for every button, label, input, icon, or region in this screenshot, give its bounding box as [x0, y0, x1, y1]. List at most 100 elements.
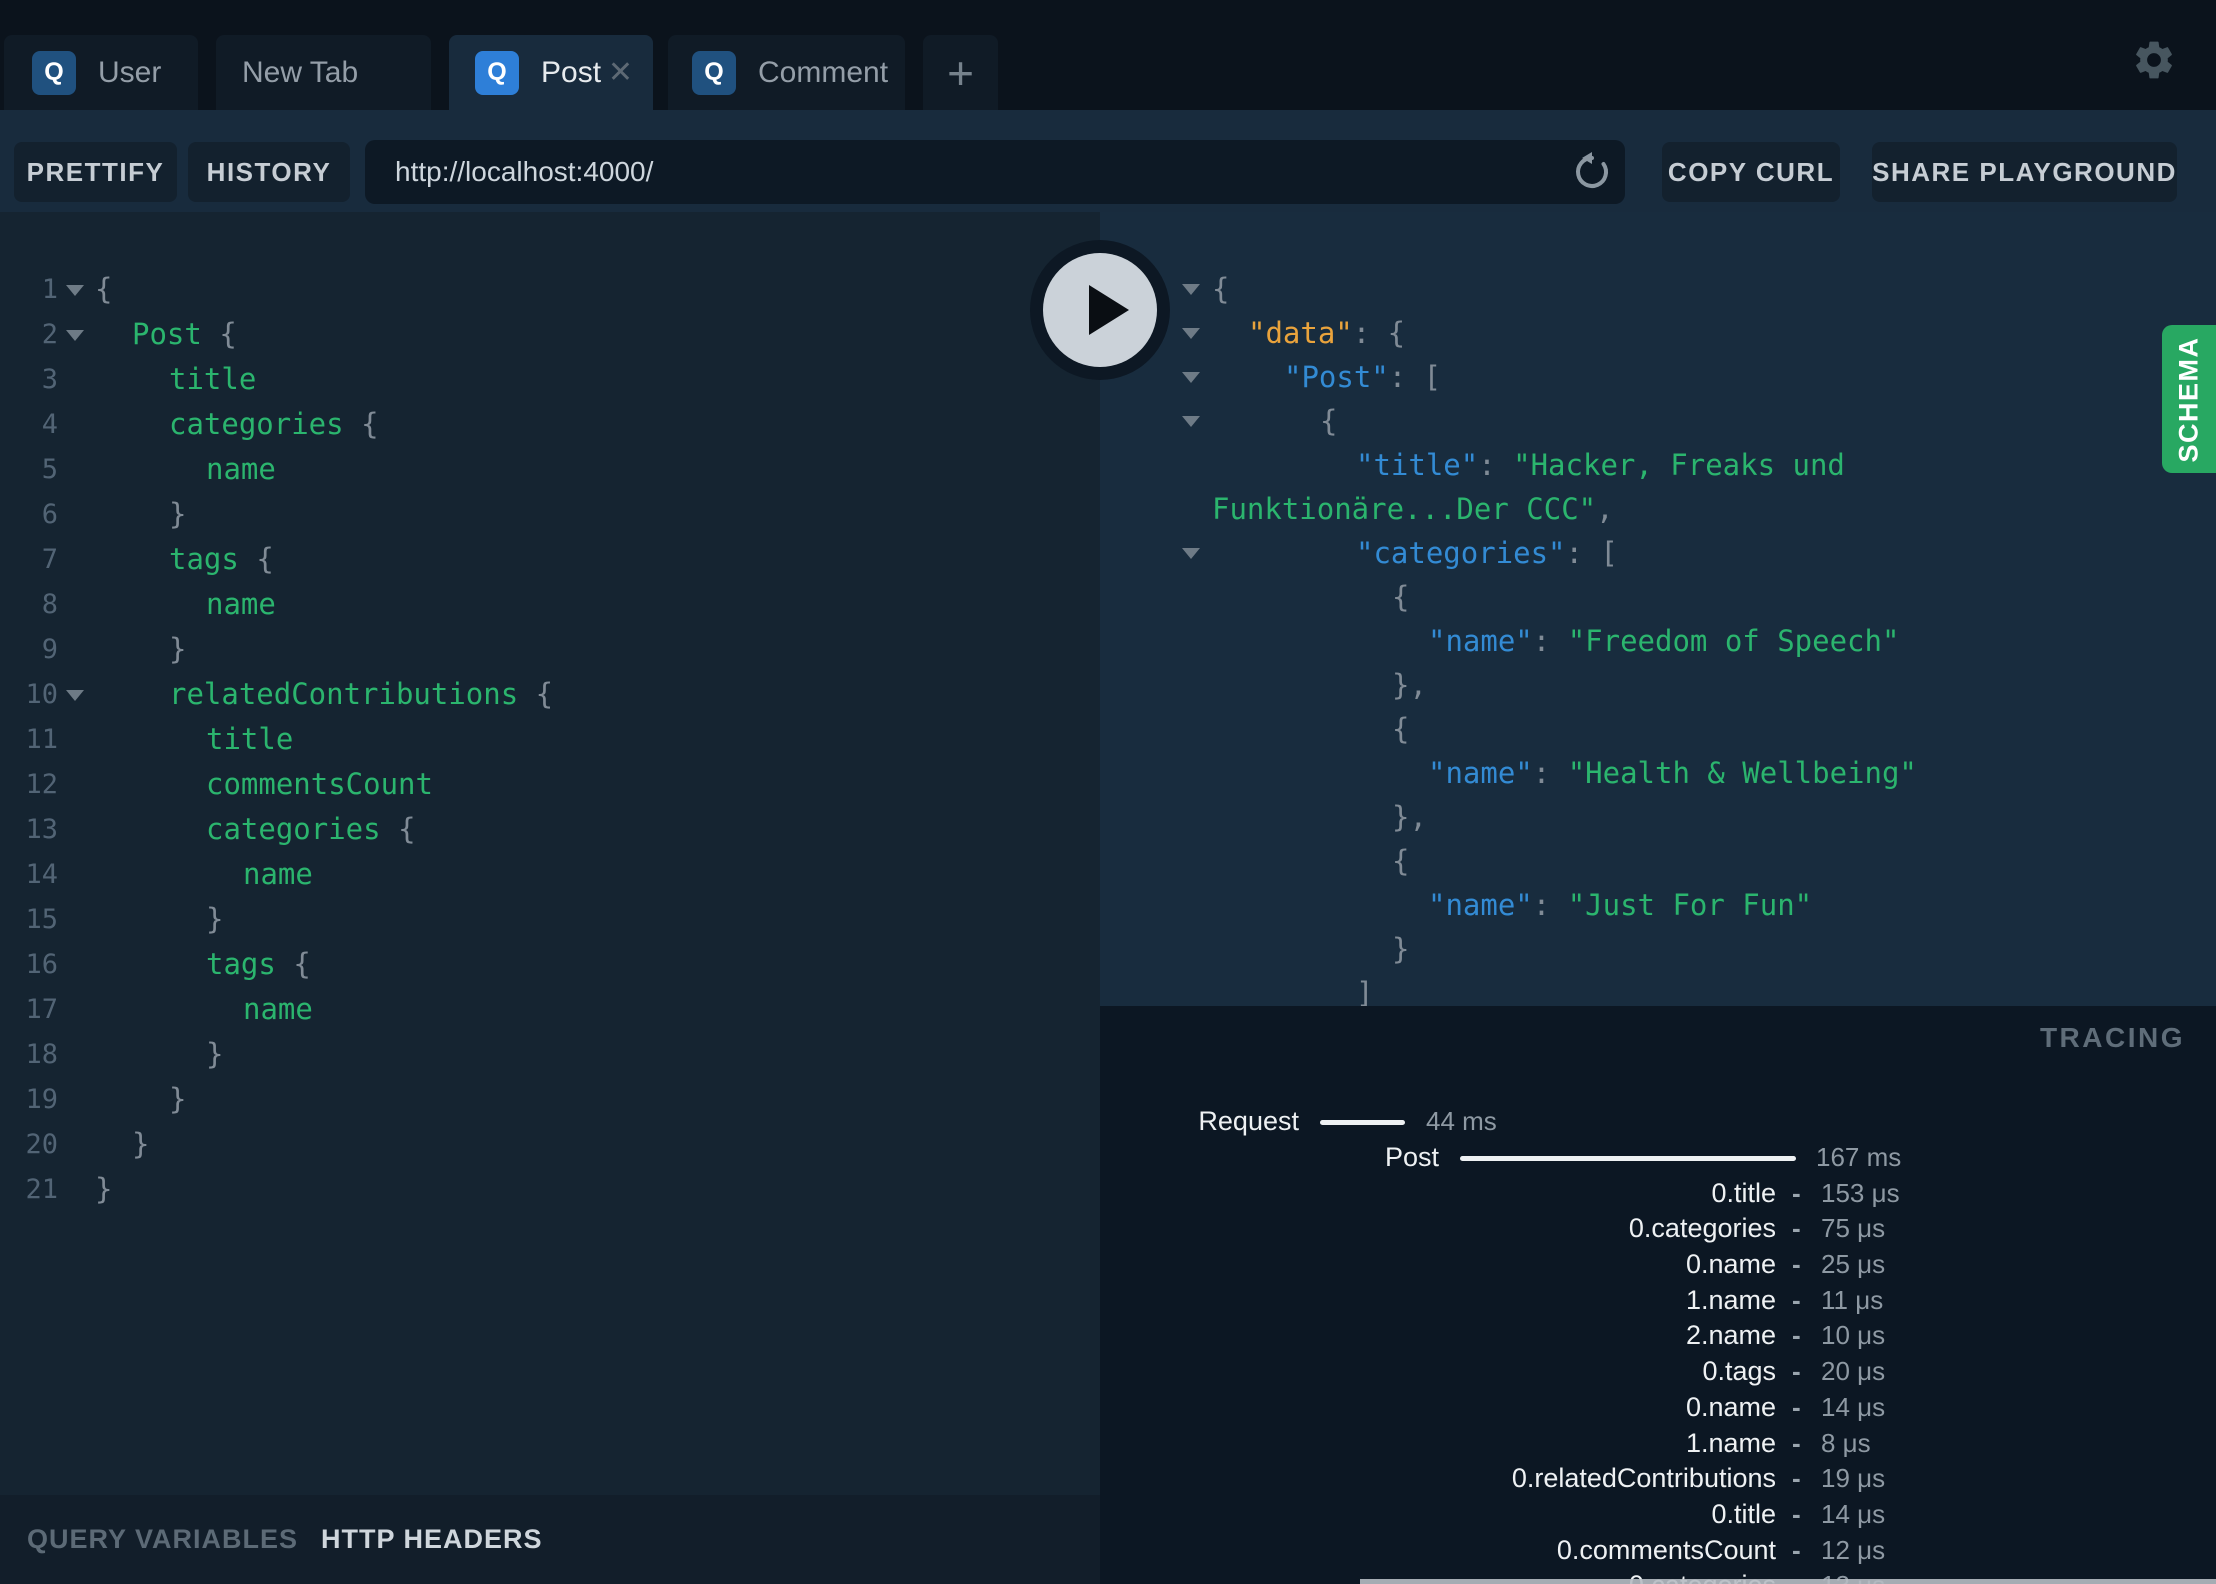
code-token: {	[256, 542, 274, 576]
code-line: "data": {	[1248, 311, 1405, 355]
prettify-button[interactable]: PRETTIFY	[14, 142, 177, 202]
editor-line: 5 name	[0, 447, 1100, 492]
fold-toggle-icon[interactable]	[66, 330, 84, 341]
response-line: "title": "Hacker, Freaks und	[1100, 443, 2216, 487]
fold-toggle-icon[interactable]	[1182, 548, 1200, 559]
response-line: "data": {	[1100, 311, 2216, 355]
tracing-row-value: 153 μs	[1821, 1177, 1900, 1208]
editor-line: 15}	[0, 897, 1100, 942]
tracing-separator: -	[1792, 1249, 1801, 1280]
editor-line: 6}	[0, 492, 1100, 537]
code-token: :	[1532, 888, 1568, 922]
fold-toggle-icon[interactable]	[1182, 372, 1200, 383]
code-token: }	[206, 902, 224, 936]
horizontal-scrollbar[interactable]	[1360, 1579, 2216, 1584]
execute-query-button[interactable]	[1030, 240, 1170, 380]
tracing-row: 2.name -10 μs	[1100, 1318, 2216, 1354]
editor-line: 13 categories {	[0, 807, 1100, 852]
tracing-row: 1.name -8 μs	[1100, 1425, 2216, 1461]
tracing-row-label: Request	[1198, 1106, 1299, 1137]
line-number: 4	[41, 409, 58, 440]
history-button[interactable]: HISTORY	[188, 142, 350, 202]
code-token: ,	[1596, 492, 1614, 526]
editor-line: 9}	[0, 627, 1100, 672]
close-tab-icon[interactable]: ✕	[608, 57, 633, 88]
code-token: },	[1392, 668, 1427, 702]
fold-toggle-icon[interactable]	[1182, 328, 1200, 339]
response-line: ]	[1100, 971, 2216, 1006]
line-number: 9	[41, 634, 58, 665]
share-playground-button[interactable]: SHARE PLAYGROUND	[1872, 142, 2177, 202]
endpoint-url-input[interactable]: http://localhost:4000/	[365, 140, 1625, 204]
editor-line: 12 commentsCount	[0, 762, 1100, 807]
code-token: :	[1478, 448, 1514, 482]
fold-toggle-icon[interactable]	[1182, 416, 1200, 427]
copy-curl-button[interactable]: COPY CURL	[1662, 142, 1840, 202]
tab-new-tab-label: New Tab	[242, 55, 359, 89]
code-line: }	[1392, 927, 1409, 971]
response-line: },	[1100, 795, 2216, 839]
refresh-schema-icon[interactable]	[1570, 150, 1614, 194]
tab-new-tab[interactable]: New Tab	[216, 35, 431, 110]
code-token: "Post"	[1284, 360, 1389, 394]
editor-line: 2 Post {	[0, 312, 1100, 357]
tab-comment[interactable]: Q Comment	[668, 35, 905, 110]
code-line: "title": "Hacker, Freaks und	[1356, 443, 1845, 487]
code-line: name	[243, 987, 313, 1032]
tracing-row-value: 20 μs	[1821, 1356, 1886, 1387]
line-number: 13	[25, 814, 58, 845]
http-headers-tab[interactable]: HTTP HEADERS	[321, 1495, 543, 1584]
editor-line: 14 name	[0, 852, 1100, 897]
code-token: "Just For Fun"	[1567, 888, 1813, 922]
editor-line: 18}	[0, 1032, 1100, 1077]
response-line: Funktionäre...Der CCC",	[1100, 487, 2216, 531]
code-token: name	[243, 857, 313, 891]
tracing-separator: -	[1792, 1498, 1801, 1529]
tracing-duration-bar	[1320, 1120, 1405, 1125]
response-lines: { "data": {"Post": [ { "title": "Hacker, Fr…	[1100, 267, 2216, 1006]
line-number: 3	[41, 364, 58, 395]
tracing-separator: -	[1792, 1534, 1801, 1565]
tracing-row: 0.title -14 μs	[1100, 1497, 2216, 1533]
code-token: "Hacker, Freaks und	[1513, 448, 1845, 482]
schema-side-tab[interactable]: SCHEMA	[2162, 325, 2216, 473]
tracing-separator: -	[1792, 1284, 1801, 1315]
tracing-panel-header[interactable]: TRACING	[2040, 1022, 2185, 1054]
code-token: }	[132, 1127, 150, 1161]
fold-toggle-icon[interactable]	[66, 285, 84, 296]
code-token: :	[1532, 624, 1568, 658]
editor-footer: QUERY VARIABLES HTTP HEADERS	[0, 1495, 1100, 1584]
code-line: }	[206, 897, 223, 942]
fold-toggle-icon[interactable]	[1182, 284, 1200, 295]
code-token: }	[169, 1082, 187, 1116]
code-token: {	[1212, 272, 1230, 306]
add-tab-button[interactable]: +	[923, 35, 998, 110]
query-variables-tab[interactable]: QUERY VARIABLES	[27, 1495, 298, 1584]
line-number: 1	[41, 274, 58, 305]
code-line: }	[169, 492, 186, 537]
tab-user[interactable]: Q User	[4, 35, 198, 110]
fold-toggle-icon[interactable]	[66, 690, 84, 701]
line-number: 14	[25, 859, 58, 890]
code-token: relatedContributions	[169, 677, 536, 711]
response-line: "name": "Health & Wellbeing"	[1100, 751, 2216, 795]
code-line: Funktionäre...Der CCC",	[1212, 487, 1614, 531]
editor-line: 17 name	[0, 987, 1100, 1032]
tab-post[interactable]: Q Post ✕	[449, 35, 653, 110]
tracing-row: Post 167 ms	[1100, 1140, 2216, 1176]
code-line: "Post": [	[1284, 355, 1441, 399]
editor-line: 11 title	[0, 717, 1100, 762]
tracing-separator: -	[1792, 1356, 1801, 1387]
code-token: "Health & Wellbeing"	[1567, 756, 1917, 790]
response-line: {	[1100, 267, 2216, 311]
code-token: commentsCount	[206, 767, 433, 801]
code-line: {	[1392, 839, 1409, 883]
code-token: {	[1320, 404, 1338, 438]
editor-line: 3 title	[0, 357, 1100, 402]
code-line: categories {	[206, 807, 416, 852]
query-editor[interactable]: 1{2 Post {3 title 4 categories {5 name 6} 7 tags…	[0, 212, 1100, 1495]
tracing-row: Request 44 ms	[1100, 1104, 2216, 1140]
line-number: 5	[41, 454, 58, 485]
settings-gear-icon[interactable]	[2131, 37, 2177, 83]
code-token: }	[206, 1037, 224, 1071]
